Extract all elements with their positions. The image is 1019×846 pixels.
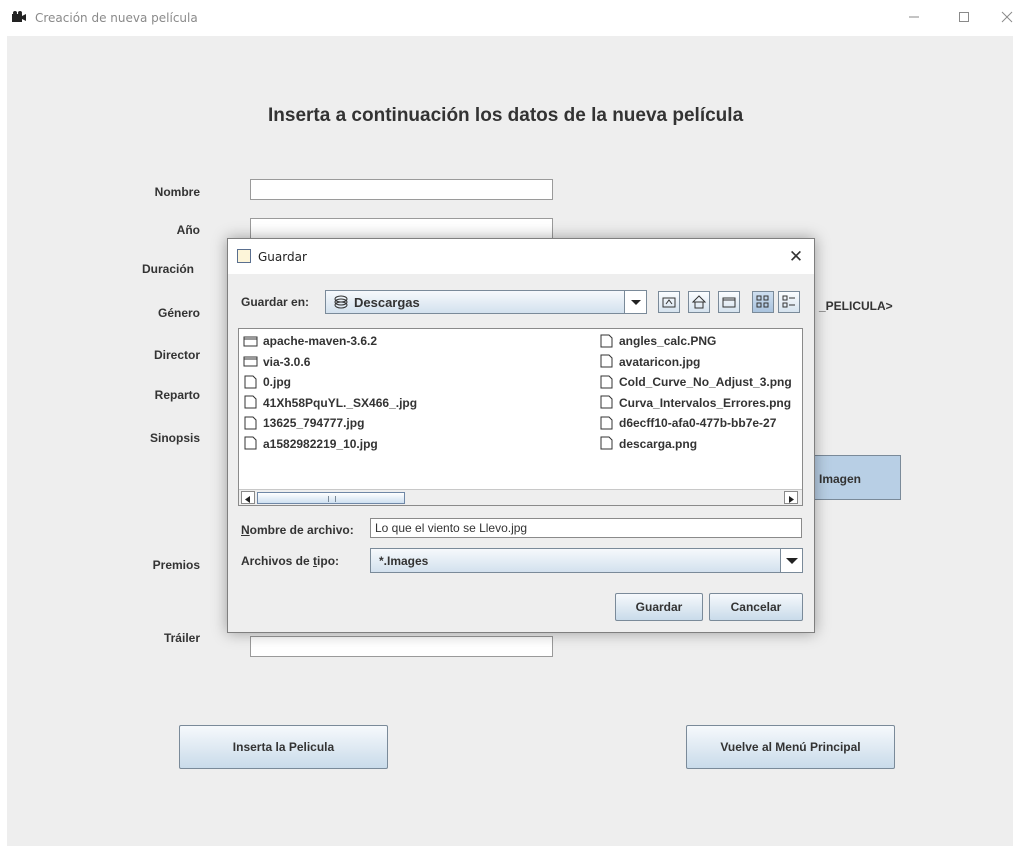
nombre-field[interactable] [250,179,553,200]
list-item[interactable]: d6ecff10-afa0-477b-bb7e-27 [599,415,776,433]
file-icon [600,334,613,348]
filename-input[interactable] [370,518,802,538]
filetype-label: Archivos de tipo: [241,554,340,568]
label-trailer: Tráiler [163,631,200,645]
file-name: Cold_Curve_No_Adjust_3.png [619,374,792,389]
list-item[interactable]: 13625_794777.jpg [243,415,364,433]
label-reparto: Reparto [154,388,200,402]
file-name: avataricon.jpg [619,354,701,369]
scroll-left-icon[interactable] [241,491,255,504]
list-item[interactable]: apache-maven-3.6.2 [243,333,377,351]
list-item[interactable]: 41Xh58PquYL._SX466_.jpg [243,395,417,413]
file-list[interactable]: apache-maven-3.6.2 via-3.0.6 0.jpg 41Xh58Pq… [238,328,803,506]
file-name: 0.jpg [263,374,292,389]
file-icon [600,354,613,368]
list-item[interactable]: descarga.png [599,436,697,454]
home-icon[interactable] [688,291,710,313]
scroll-right-icon[interactable] [784,491,798,504]
image-path-label: _PELICULA> [819,299,893,313]
drive-icon [334,295,348,309]
file-name: a1582982219_10.jpg [263,436,378,451]
anio-field[interactable] [250,218,553,239]
minimize-icon[interactable] [902,6,926,30]
filetype-combo[interactable]: *.Images [370,548,803,573]
label-anio: Año [176,223,200,237]
save-button[interactable]: Guardar [615,593,703,621]
list-item[interactable]: Curva_Intervalos_Errores.png [599,395,791,413]
window-title: Creación de nueva película [35,11,198,25]
up-folder-icon[interactable] [658,291,680,313]
cancel-button[interactable]: Cancelar [709,593,803,621]
scrollbar-thumb[interactable] [257,492,405,504]
file-name: 41Xh58PquYL._SX466_.jpg [263,395,418,410]
horizontal-scrollbar[interactable] [239,489,802,505]
label-sinopsis: Sinopsis [149,431,200,445]
details-view-icon[interactable] [778,291,800,313]
dialog-title: Guardar [258,250,307,264]
file-icon [244,436,257,450]
chevron-down-icon[interactable] [624,291,646,313]
file-icon [244,395,257,409]
filetype-value: *.Images [379,554,429,568]
label-nombre: Nombre [154,185,200,199]
file-icon [600,416,613,430]
close-icon[interactable] [995,6,1019,30]
new-folder-icon[interactable] [718,291,740,313]
trailer-field[interactable] [250,636,553,657]
label-duracion: Duración [141,262,194,276]
file-name: apache-maven-3.6.2 [263,333,378,348]
back-to-menu-button[interactable]: Vuelve al Menú Principal [686,725,895,769]
file-icon [244,375,257,389]
save-dialog: Guardar ✕ Guardar en: Descargas apache-m… [227,238,815,633]
filename-label: Nombre de archivo: [241,523,354,537]
list-view-icon[interactable] [752,291,774,313]
file-icon [600,436,613,450]
folder-icon [243,336,258,347]
dialog-close-icon[interactable]: ✕ [784,245,808,269]
maximize-icon[interactable] [952,6,976,30]
save-in-label: Guardar en: [241,295,310,309]
list-item[interactable]: a1582982219_10.jpg [243,436,378,454]
label-director: Director [153,348,200,362]
file-name: descarga.png [619,436,698,451]
list-item[interactable]: via-3.0.6 [243,354,310,372]
list-item[interactable]: 0.jpg [243,374,291,392]
label-premios: Premios [152,558,200,572]
save-in-value: Descargas [354,295,420,310]
film-camera-icon [12,11,26,22]
file-icon [600,375,613,389]
list-item[interactable]: avataricon.jpg [599,354,700,372]
file-name: d6ecff10-afa0-477b-bb7e-27 [619,415,777,430]
save-in-combo[interactable]: Descargas [325,290,647,314]
chevron-down-icon[interactable] [780,549,802,572]
file-name: via-3.0.6 [263,354,311,369]
image-button[interactable]: Imagen [812,455,901,500]
java-icon [237,249,251,263]
file-name: angles_calc.PNG [619,333,717,348]
window-titlebar: Creación de nueva película [0,0,1019,36]
file-name: Curva_Intervalos_Errores.png [619,395,792,410]
folder-icon [243,356,258,367]
file-icon [600,395,613,409]
label-genero: Género [157,306,200,320]
file-name: 13625_794777.jpg [263,415,365,430]
dialog-titlebar: Guardar ✕ [228,239,814,274]
list-item[interactable]: Cold_Curve_No_Adjust_3.png [599,374,792,392]
page-title: Inserta a continuación los datos de la n… [268,105,744,126]
list-item[interactable]: angles_calc.PNG [599,333,716,351]
file-icon [244,416,257,430]
image-button-label: Imagen [819,472,862,486]
insert-movie-button[interactable]: Inserta la Pelicula [179,725,388,769]
